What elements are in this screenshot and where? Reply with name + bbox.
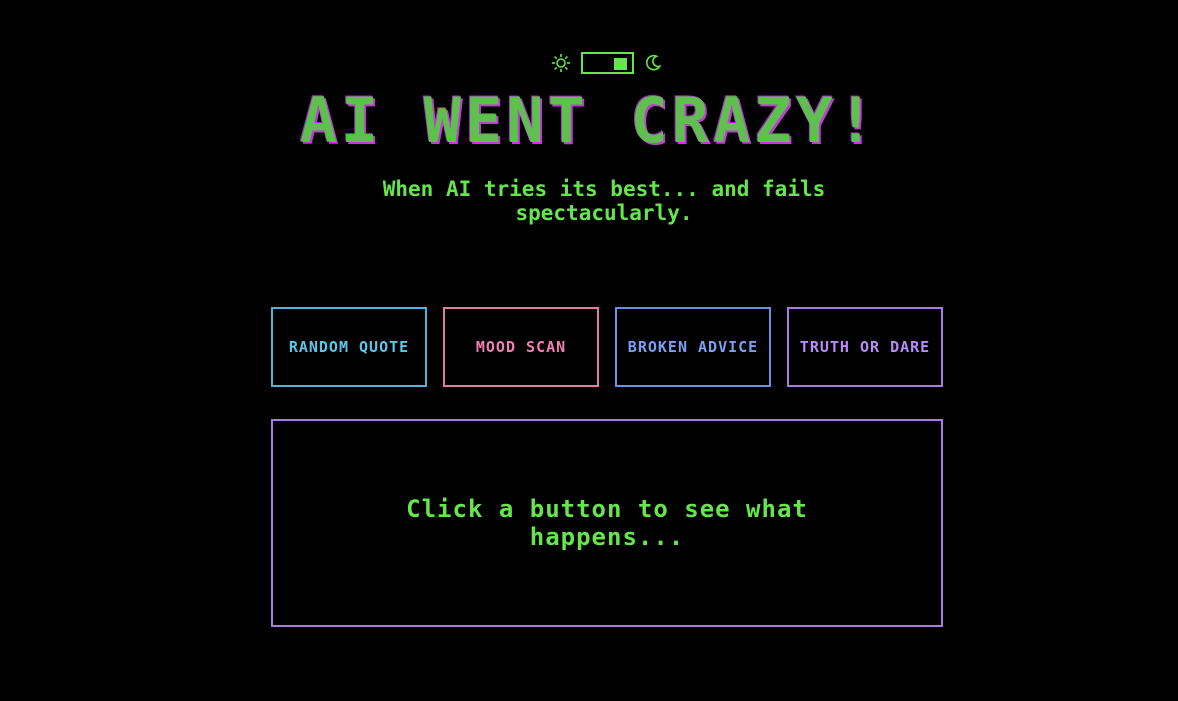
random-quote-button[interactable]: RANDOM QUOTE <box>271 307 427 387</box>
output-panel: Click a button to see what happens... <box>271 419 943 627</box>
output-text: Click a button to see what happens... <box>406 495 808 551</box>
broken-advice-button[interactable]: BROKEN ADVICE <box>615 307 771 387</box>
action-button-row: RANDOM QUOTE MOOD SCAN BROKEN ADVICE TRU… <box>271 307 943 387</box>
theme-toggle[interactable] <box>550 50 664 76</box>
sun-icon <box>550 52 572 74</box>
switch-knob <box>613 58 627 70</box>
page-title: AI WENT CRAZY! <box>299 84 879 157</box>
page-subtitle: When AI tries its best... and fails spec… <box>382 177 826 225</box>
moon-icon <box>642 52 664 74</box>
theme-switch[interactable] <box>580 52 634 74</box>
truth-or-dare-button[interactable]: TRUTH OR DARE <box>787 307 943 387</box>
mood-scan-button[interactable]: MOOD SCAN <box>443 307 599 387</box>
